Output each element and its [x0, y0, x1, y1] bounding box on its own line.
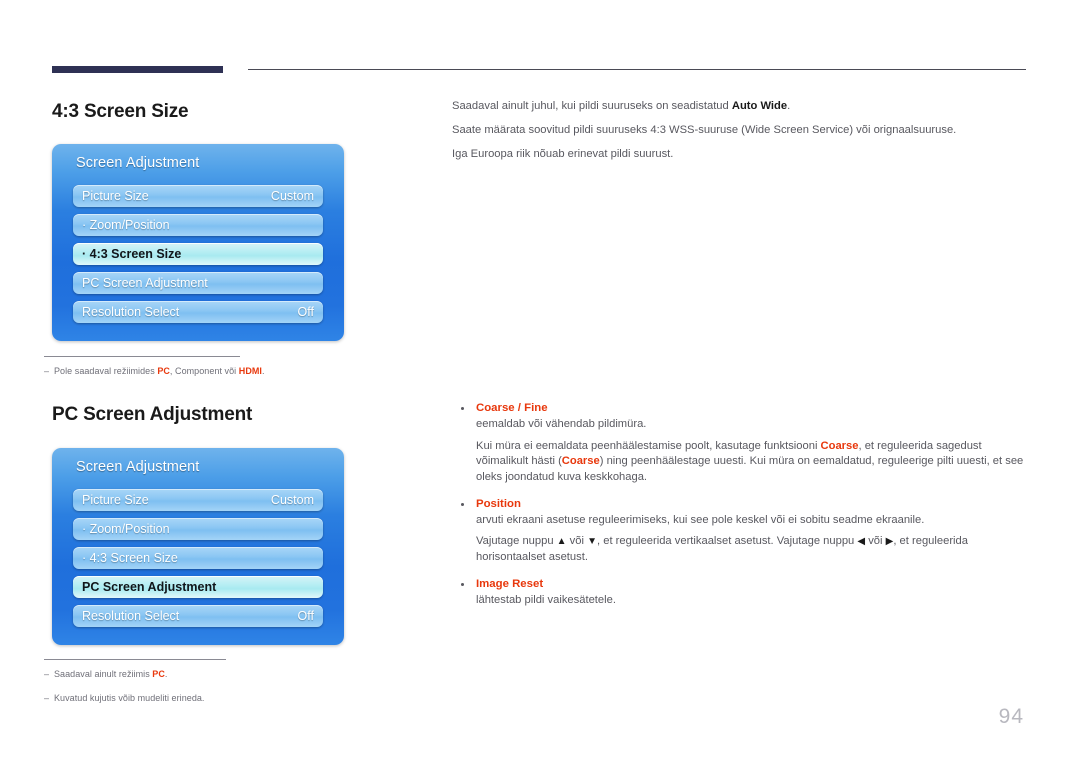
- osd-menu-list: Picture Size Custom · Zoom/Position · 4:…: [73, 489, 323, 627]
- osd-menu-item-pc-screen-adjustment[interactable]: PC Screen Adjustment: [73, 576, 323, 598]
- osd-menu-item-resolution-select[interactable]: Resolution Select Off: [73, 301, 323, 323]
- osd-screen-adjustment-panel-1: Screen Adjustment Picture Size Custom · …: [52, 144, 344, 341]
- osd-menu-item-4-3-screen-size[interactable]: · 4:3 Screen Size: [73, 547, 323, 569]
- footnote-dash: –: [44, 366, 50, 376]
- osd-menu-item-pc-screen-adjustment[interactable]: PC Screen Adjustment: [73, 272, 323, 294]
- osd-screen-adjustment-panel-2: Screen Adjustment Picture Size Custom · …: [52, 448, 344, 645]
- osd-item-label: Picture Size: [82, 493, 149, 507]
- bullet-paragraph: arvuti ekraani asetuse reguleerimiseks, …: [476, 513, 925, 526]
- footnote-divider-2: [44, 659, 226, 660]
- arrow-down-icon: ▼: [587, 536, 598, 548]
- footnote-mode-hdmi: HDMI: [238, 366, 262, 376]
- bullet-title-text: Image Reset: [476, 577, 544, 590]
- bullet-paragraph: lähtestab pildi vaikesätetele.: [476, 593, 616, 606]
- footnote-text: .: [164, 669, 168, 679]
- bullet-dot-icon: [461, 582, 464, 586]
- intro-term-auto-wide: Auto Wide: [731, 100, 788, 112]
- osd-panel-title: Screen Adjustment: [76, 459, 200, 475]
- bullet-term-coarse: Coarse: [561, 455, 600, 468]
- bullet-body: eemaldab või vähendab pildimüra. Kui mür…: [452, 417, 1028, 486]
- osd-item-label: Resolution Select: [82, 305, 180, 319]
- bullet-text: Vajutage nuppu: [476, 535, 557, 548]
- bullet-paragraph: eemaldab või vähendab pildimüra.: [476, 418, 647, 430]
- footnote-mode-pc: PC: [152, 669, 165, 679]
- footnote-divider-1: [44, 356, 240, 357]
- bullet-coarse-fine: Coarse / Fine eemaldab või vähendab pild…: [452, 402, 1028, 486]
- intro-text-block: Saadaval ainult juhul, kui pildi suuruse…: [452, 99, 1028, 171]
- footnote-dash: –: [44, 669, 50, 679]
- bullet-paragraph: Kui müra ei eemaldata peenhäälestamise p…: [476, 439, 1028, 486]
- osd-panel-title: Screen Adjustment: [76, 155, 200, 171]
- footnote-text: Pole saadaval režiimides: [54, 366, 158, 376]
- footnote-text: , Component või: [169, 366, 239, 376]
- bullet-list: Coarse / Fine eemaldab või vähendab pild…: [452, 402, 1028, 608]
- header-rule-line: [248, 69, 1026, 70]
- osd-menu-item-zoom-position[interactable]: · Zoom/Position: [73, 518, 323, 540]
- bullet-dot-icon: [461, 407, 464, 410]
- footnote-text: Kuvatud kujutis võib mudeliti erineda.: [54, 693, 205, 703]
- osd-item-label: · Zoom/Position: [82, 218, 170, 232]
- footnote-1: – Pole saadaval režiimides PC, Component …: [44, 366, 265, 376]
- bullet-image-reset: Image Reset lähtestab pildi vaikesätetel…: [452, 578, 1028, 609]
- osd-item-label: PC Screen Adjustment: [82, 580, 217, 594]
- bullet-title: Coarse / Fine: [452, 402, 1028, 414]
- arrow-up-icon: ▲: [556, 536, 567, 548]
- footnote-dash: –: [44, 693, 50, 703]
- page-title-pc-screen-adjustment: PC Screen Adjustment: [52, 404, 253, 425]
- osd-menu-item-4-3-screen-size[interactable]: · 4:3 Screen Size: [73, 243, 323, 265]
- bullet-text: või: [865, 535, 886, 548]
- osd-menu-item-zoom-position[interactable]: · Zoom/Position: [73, 214, 323, 236]
- footnote-2: – Saadaval ainult režiimis PC.: [44, 669, 167, 679]
- osd-menu-item-picture-size[interactable]: Picture Size Custom: [73, 489, 323, 511]
- bullet-title: Image Reset: [452, 578, 1028, 590]
- page-title-4-3-screen-size: 4:3 Screen Size: [52, 101, 189, 122]
- intro-line-2: Saate määrata soovitud pildi suuruseks 4…: [452, 124, 957, 137]
- bullet-title: Position: [452, 498, 1028, 510]
- osd-item-label: · 4:3 Screen Size: [82, 551, 178, 565]
- footnote-text: Saadaval ainult režiimis: [54, 669, 153, 679]
- bullet-paragraph: Vajutage nuppu ▲ või ▼, et reguleerida v…: [476, 534, 1028, 565]
- page-number: 94: [998, 705, 1024, 728]
- bullet-body: arvuti ekraani asetuse reguleerimiseks, …: [452, 513, 1028, 566]
- osd-item-label: Picture Size: [82, 189, 149, 203]
- bullet-text: või: [566, 535, 588, 548]
- bullet-position: Position arvuti ekraani asetuse reguleer…: [452, 498, 1028, 566]
- intro-text: Saadaval ainult juhul, kui pildi suuruse…: [452, 100, 732, 112]
- intro-line-3: Iga Euroopa riik nõuab erinevat pildi su…: [452, 148, 674, 161]
- arrow-left-icon: ◀: [857, 536, 866, 548]
- osd-menu-item-resolution-select[interactable]: Resolution Select Off: [73, 605, 323, 627]
- footnote-3: – Kuvatud kujutis võib mudeliti erineda.: [44, 693, 204, 703]
- header-rule-accent: [52, 66, 223, 73]
- bullet-dot-icon: [461, 502, 464, 506]
- osd-item-value: Custom: [270, 493, 314, 507]
- footnote-text: .: [261, 366, 265, 376]
- bullet-title-text: Coarse / Fine: [476, 402, 548, 414]
- osd-item-label: · 4:3 Screen Size: [82, 247, 182, 261]
- osd-menu-item-picture-size[interactable]: Picture Size Custom: [73, 185, 323, 207]
- osd-menu-list: Picture Size Custom · Zoom/Position · 4:…: [73, 185, 323, 323]
- bullet-term-coarse: Coarse: [820, 439, 859, 452]
- osd-item-label: · Zoom/Position: [82, 522, 170, 536]
- osd-item-value: Custom: [270, 189, 314, 203]
- bullet-body: lähtestab pildi vaikesätetele.: [452, 593, 1028, 609]
- footnote-mode-pc: PC: [157, 366, 170, 376]
- bullet-title-text: Position: [476, 497, 521, 510]
- osd-item-value: Off: [297, 305, 314, 319]
- bullet-text: , et reguleerida vertikaalset asetust. V…: [597, 535, 858, 548]
- intro-line-1: Saadaval ainult juhul, kui pildi suuruse…: [452, 99, 1028, 114]
- osd-item-label: Resolution Select: [82, 609, 180, 623]
- intro-text: .: [787, 100, 791, 112]
- bullet-text: Kui müra ei eemaldata peenhäälestamise p…: [476, 439, 821, 452]
- osd-item-value: Off: [297, 609, 314, 623]
- osd-item-label: PC Screen Adjustment: [82, 276, 208, 290]
